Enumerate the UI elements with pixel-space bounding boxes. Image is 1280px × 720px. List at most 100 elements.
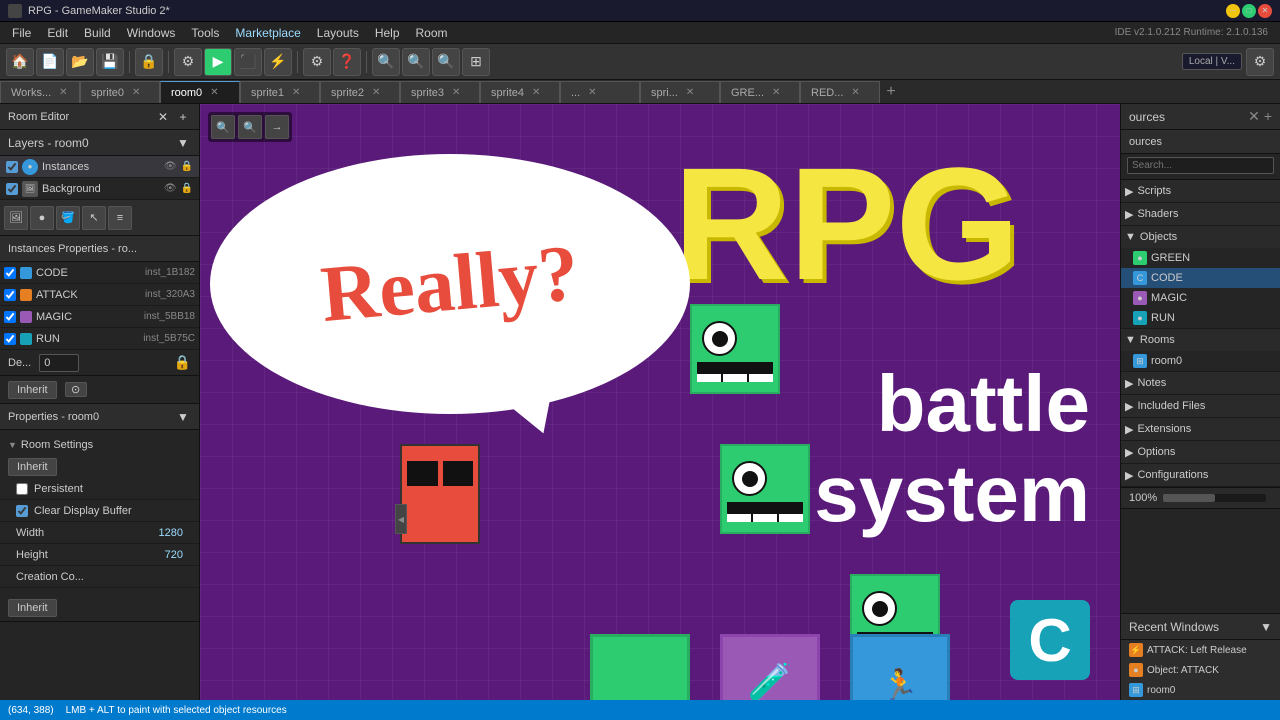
layers-expand-button[interactable]: ▼ <box>175 135 191 151</box>
layer-background-eye-icon[interactable]: 👁 <box>164 183 177 194</box>
instance-run-row[interactable]: RUN inst_5B75C <box>0 328 199 350</box>
instance-magic-row[interactable]: MAGIC inst_5BB18 <box>0 306 199 328</box>
resources-add-button[interactable]: + <box>1264 108 1272 125</box>
attack-button-sprite[interactable]: 🗡 Attack <box>590 634 690 700</box>
menu-edit[interactable]: Edit <box>39 24 76 42</box>
clear-display-buffer-checkbox[interactable] <box>16 505 28 517</box>
instance-attack-row[interactable]: ATTACK inst_320A3 <box>0 284 199 306</box>
toolbar-grid-button[interactable]: ⊞ <box>462 48 490 76</box>
inherit-button[interactable]: Inherit <box>8 381 57 399</box>
lock-icon[interactable]: 🔒 <box>181 161 193 172</box>
tab-spri-close[interactable]: ✕ <box>686 87 694 98</box>
tab-sprite3-close[interactable]: ✕ <box>452 87 460 98</box>
layer-instances[interactable]: ● Instances 👁 🔒 <box>0 156 199 178</box>
scripts-section-header[interactable]: ▶ Scripts <box>1121 180 1280 202</box>
tab-sprite4-close[interactable]: ✕ <box>532 87 540 98</box>
object-run[interactable]: ● RUN <box>1121 308 1280 328</box>
room-editor-close-button[interactable]: ✕ <box>155 109 171 125</box>
layer-tool-circle[interactable]: ● <box>30 206 54 230</box>
resources-close-button[interactable]: ✕ <box>1248 108 1260 125</box>
canvas-area[interactable]: Really? RPG battle system <box>200 104 1120 700</box>
close-button[interactable]: ✕ <box>1258 4 1272 18</box>
magic-button-sprite[interactable]: 🧪 MAGIC <box>720 634 820 700</box>
recent-item-0[interactable]: ⚡ ATTACK: Left Release <box>1121 640 1280 660</box>
object-code[interactable]: C CODE <box>1121 268 1280 288</box>
instance-run-checkbox[interactable] <box>4 333 16 345</box>
inherit-circle-button[interactable]: ⊙ <box>65 382 87 397</box>
tab-room0-close[interactable]: ✕ <box>210 87 218 98</box>
toolbar-settings2-button[interactable]: ⚙ <box>1246 48 1274 76</box>
local-badge[interactable]: Local | V... <box>1182 53 1242 70</box>
layer-tool-more[interactable]: ≡ <box>108 206 132 230</box>
notes-section-header[interactable]: ▶ Notes <box>1121 372 1280 394</box>
included-files-section-header[interactable]: ▶ Included Files <box>1121 395 1280 417</box>
tab-red-close[interactable]: ✕ <box>851 87 859 98</box>
instance-magic-checkbox[interactable] <box>4 311 16 323</box>
tab-sprite0[interactable]: sprite0 ✕ <box>80 81 160 103</box>
layer-background-lock-icon[interactable]: 🔒 <box>181 183 193 194</box>
room-room0[interactable]: ⊞ room0 <box>1121 351 1280 371</box>
tab-sprite2[interactable]: sprite2 ✕ <box>320 81 400 103</box>
depth-input[interactable] <box>39 354 79 372</box>
instance-code-checkbox[interactable] <box>4 267 16 279</box>
menu-build[interactable]: Build <box>76 24 119 42</box>
layer-background-checkbox[interactable] <box>6 183 18 195</box>
tab-more-close[interactable]: ✕ <box>588 87 596 98</box>
menu-help[interactable]: Help <box>367 24 408 42</box>
tab-workspaces[interactable]: Works... ✕ <box>0 81 80 103</box>
zoom-slider[interactable] <box>1163 494 1266 502</box>
rooms-section-header[interactable]: ▼ Rooms <box>1121 329 1280 351</box>
tab-spri[interactable]: spri... ✕ <box>640 81 720 103</box>
tab-gre-close[interactable]: ✕ <box>772 87 780 98</box>
recent-windows-header[interactable]: Recent Windows ▼ <box>1121 614 1280 640</box>
room-props-expand[interactable]: ▼ <box>175 409 191 425</box>
menu-marketplace[interactable]: Marketplace <box>227 24 308 42</box>
toolbar-zoom-fit-button[interactable]: 🔍 <box>432 48 460 76</box>
toolbar-zoom-in-button[interactable]: 🔍 <box>402 48 430 76</box>
menu-tools[interactable]: Tools <box>183 24 227 42</box>
layer-tool-fill[interactable]: 🪣 <box>56 206 80 230</box>
canvas-search-icon[interactable]: 🔍 <box>238 115 262 139</box>
left-panel-collapse-button[interactable]: ◀ <box>395 504 407 534</box>
tab-sprite1[interactable]: sprite1 ✕ <box>240 81 320 103</box>
layer-background[interactable]: 🖼 Background 👁 🔒 <box>0 178 199 200</box>
object-magic[interactable]: ● MAGIC <box>1121 288 1280 308</box>
shaders-section-header[interactable]: ▶ Shaders <box>1121 203 1280 225</box>
toolbar-home-button[interactable]: 🏠 <box>6 48 34 76</box>
tab-sprite4[interactable]: sprite4 ✕ <box>480 81 560 103</box>
toolbar-new-button[interactable]: 📄 <box>36 48 64 76</box>
instance-attack-checkbox[interactable] <box>4 289 16 301</box>
eye-icon[interactable]: 👁 <box>164 161 177 172</box>
minimize-button[interactable]: ─ <box>1226 4 1240 18</box>
menu-file[interactable]: File <box>4 24 39 42</box>
menu-windows[interactable]: Windows <box>119 24 184 42</box>
layer-tool-select[interactable]: ↖ <box>82 206 106 230</box>
tab-more[interactable]: ... ✕ <box>560 81 640 103</box>
maximize-button[interactable]: □ <box>1242 4 1256 18</box>
tab-sprite1-close[interactable]: ✕ <box>292 87 300 98</box>
toolbar-open-button[interactable]: 📂 <box>66 48 94 76</box>
toolbar-zoom-out-button[interactable]: 🔍 <box>372 48 400 76</box>
object-green[interactable]: ● GREEN <box>1121 248 1280 268</box>
objects-section-header[interactable]: ▼ Objects <box>1121 226 1280 248</box>
recent-item-2[interactable]: ⊞ room0 <box>1121 680 1280 700</box>
menu-layouts[interactable]: Layouts <box>309 24 367 42</box>
recent-item-1[interactable]: ● Object: ATTACK <box>1121 660 1280 680</box>
tab-sprite3[interactable]: sprite3 ✕ <box>400 81 480 103</box>
tab-sprite0-close[interactable]: ✕ <box>132 87 140 98</box>
lock-icon2[interactable]: 🔒 <box>174 354 191 371</box>
canvas-zoom-icon[interactable]: 🔍 <box>211 115 235 139</box>
instance-code-row[interactable]: CODE inst_1B182 <box>0 262 199 284</box>
tab-workspaces-close[interactable]: ✕ <box>59 87 67 98</box>
layer-tool-image[interactable]: 🖼 <box>4 206 28 230</box>
toolbar-lock-button[interactable]: 🔒 <box>135 48 163 76</box>
persistent-checkbox[interactable] <box>16 483 28 495</box>
toolbar-stop-button[interactable]: ⬛ <box>234 48 262 76</box>
room-settings-inherit-button[interactable]: Inherit <box>8 458 57 476</box>
extensions-section-header[interactable]: ▶ Extensions <box>1121 418 1280 440</box>
menu-room[interactable]: Room <box>408 24 456 42</box>
canvas-arrow-icon[interactable]: → <box>265 115 289 139</box>
toolbar-play-button[interactable]: ▶ <box>204 48 232 76</box>
tab-room0[interactable]: room0 ✕ <box>160 81 240 103</box>
toolbar-debug-button[interactable]: ⚡ <box>264 48 292 76</box>
